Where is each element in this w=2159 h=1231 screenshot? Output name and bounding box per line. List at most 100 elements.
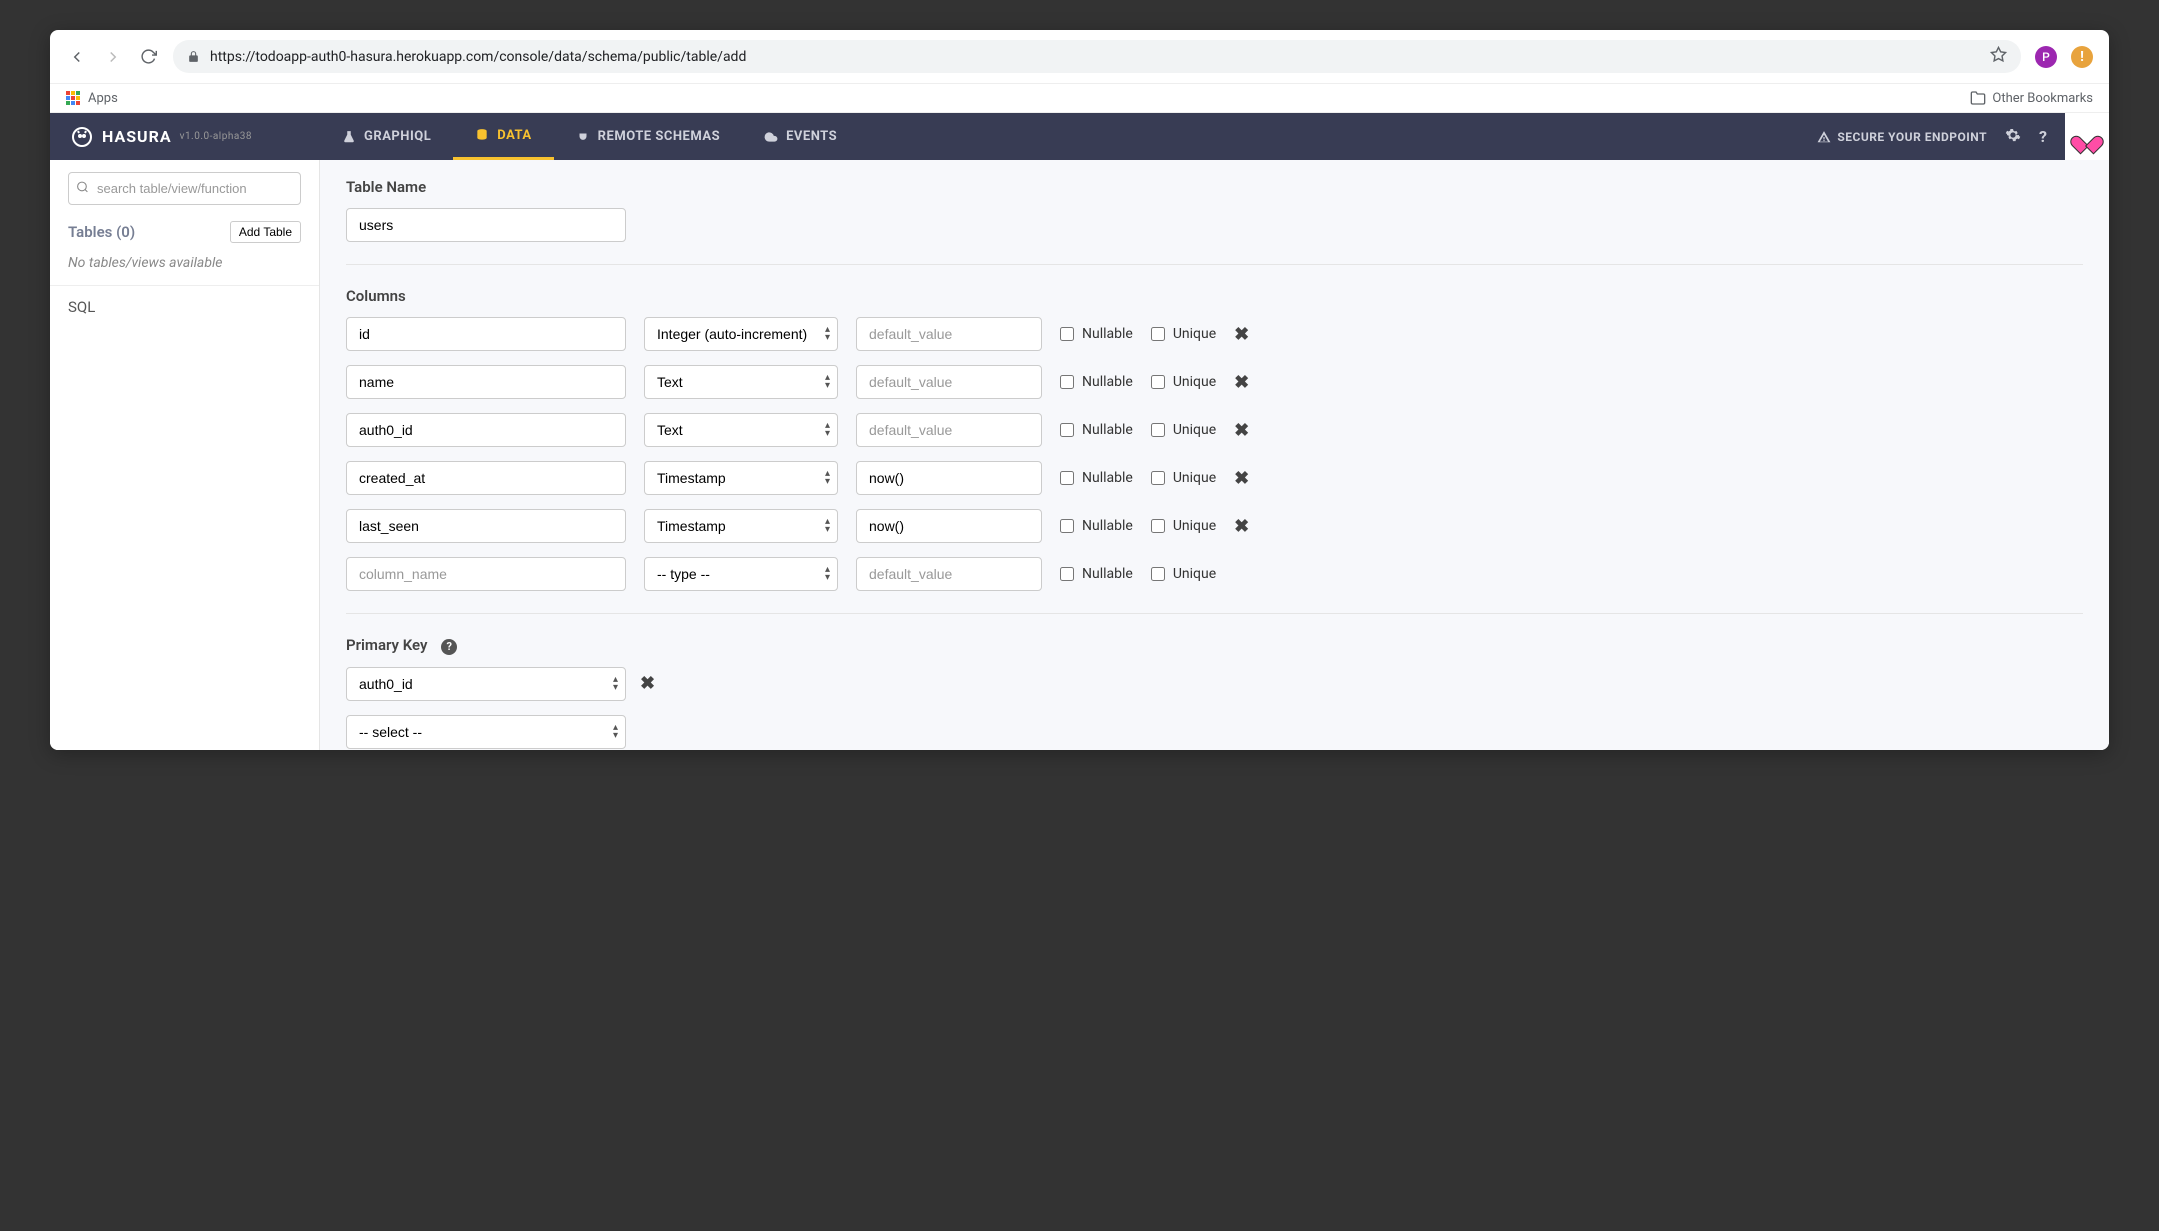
tab-events-label: EVENTS <box>786 129 837 144</box>
apps-label: Apps <box>88 91 118 106</box>
column-name-input[interactable] <box>346 317 626 351</box>
column-name-input[interactable] <box>346 461 626 495</box>
column-default-input[interactable] <box>856 413 1042 447</box>
column-type-select[interactable]: Timestamp <box>644 509 838 543</box>
gear-icon[interactable] <box>2005 127 2021 147</box>
tables-heading: Tables (0) <box>68 223 135 241</box>
flask-icon <box>342 130 356 144</box>
no-tables-message: No tables/views available <box>50 249 319 286</box>
column-row: Timestamp ▴▾ Nullable Unique ✖ <box>346 461 2083 495</box>
other-bookmarks-label: Other Bookmarks <box>1992 91 2093 106</box>
nullable-checkbox[interactable] <box>1060 471 1074 485</box>
column-row: Text ▴▾ Nullable Unique ✖ <box>346 365 2083 399</box>
main-content: Table Name Columns Integer (auto-increme… <box>320 160 2109 750</box>
column-type-select[interactable]: Text <box>644 413 838 447</box>
column-type-select[interactable]: Timestamp <box>644 461 838 495</box>
url-text: https://todoapp-auth0-hasura.herokuapp.c… <box>210 49 746 65</box>
remove-pk-button[interactable]: ✖ <box>640 673 655 694</box>
column-name-input[interactable] <box>346 413 626 447</box>
heart-icon <box>2077 128 2097 146</box>
sql-link[interactable]: SQL <box>50 286 319 328</box>
column-row: Integer (auto-increment) ▴▾ Nullable Uni… <box>346 317 2083 351</box>
forward-button[interactable] <box>102 46 124 68</box>
column-name-input[interactable] <box>346 365 626 399</box>
nullable-label: Nullable <box>1082 470 1133 486</box>
column-type-select[interactable]: Integer (auto-increment) <box>644 317 838 351</box>
apps-grid-icon <box>66 91 80 105</box>
remove-column-button[interactable]: ✖ <box>1234 516 1249 537</box>
tab-data-label: DATA <box>497 128 531 143</box>
nullable-label: Nullable <box>1082 518 1133 534</box>
column-type-select[interactable]: Text <box>644 365 838 399</box>
table-name-label: Table Name <box>346 178 2083 196</box>
hasura-logo[interactable]: HASURA v1.0.0-alpha38 <box>50 125 320 149</box>
version-text: v1.0.0-alpha38 <box>180 131 252 142</box>
primary-key-select-empty[interactable]: -- select -- <box>346 715 626 749</box>
tab-graphiql-label: GRAPHIQL <box>364 129 431 144</box>
tab-events[interactable]: EVENTS <box>742 113 859 160</box>
add-table-button[interactable]: Add Table <box>230 221 301 243</box>
column-row: Text ▴▾ Nullable Unique ✖ <box>346 413 2083 447</box>
tab-remote-schemas-label: REMOTE SCHEMAS <box>598 129 720 144</box>
unique-checkbox[interactable] <box>1151 567 1165 581</box>
sidebar: Tables (0) Add Table No tables/views ava… <box>50 160 320 750</box>
remove-column-button[interactable]: ✖ <box>1234 468 1249 489</box>
tab-data[interactable]: DATA <box>453 113 553 160</box>
reload-button[interactable] <box>138 46 159 67</box>
back-button[interactable] <box>66 46 88 68</box>
unique-checkbox[interactable] <box>1151 471 1165 485</box>
unique-checkbox[interactable] <box>1151 375 1165 389</box>
column-default-input[interactable] <box>856 557 1042 591</box>
remove-column-button[interactable]: ✖ <box>1234 324 1249 345</box>
apps-link[interactable]: Apps <box>66 91 118 106</box>
column-row: Timestamp ▴▾ Nullable Unique ✖ <box>346 509 2083 543</box>
nullable-checkbox[interactable] <box>1060 519 1074 533</box>
column-name-input[interactable] <box>346 557 626 591</box>
column-default-input[interactable] <box>856 317 1042 351</box>
column-default-input[interactable] <box>856 365 1042 399</box>
remove-column-button[interactable]: ✖ <box>1234 372 1249 393</box>
column-default-input[interactable] <box>856 461 1042 495</box>
remove-column-button[interactable]: ✖ <box>1234 420 1249 441</box>
help-icon[interactable]: ? <box>2039 127 2047 146</box>
other-bookmarks[interactable]: Other Bookmarks <box>1970 90 2093 106</box>
primary-key-select[interactable]: auth0_id <box>346 667 626 701</box>
heart-button[interactable] <box>2065 113 2109 160</box>
unique-label: Unique <box>1173 566 1216 582</box>
star-icon[interactable] <box>1990 46 2007 67</box>
tab-graphiql[interactable]: GRAPHIQL <box>320 113 453 160</box>
database-icon <box>475 128 489 142</box>
nullable-checkbox[interactable] <box>1060 375 1074 389</box>
unique-checkbox[interactable] <box>1151 423 1165 437</box>
nullable-checkbox[interactable] <box>1060 567 1074 581</box>
nullable-checkbox[interactable] <box>1060 423 1074 437</box>
column-name-input[interactable] <box>346 509 626 543</box>
plug-icon <box>576 130 590 144</box>
nullable-checkbox[interactable] <box>1060 327 1074 341</box>
unique-label: Unique <box>1173 326 1216 342</box>
tab-remote-schemas[interactable]: REMOTE SCHEMAS <box>554 113 742 160</box>
secure-endpoint-link[interactable]: SECURE YOUR ENDPOINT <box>1817 130 1987 144</box>
browser-toolbar: https://todoapp-auth0-hasura.herokuapp.c… <box>50 30 2109 84</box>
help-icon[interactable]: ? <box>441 639 457 655</box>
table-name-input[interactable] <box>346 208 626 242</box>
brand-text: HASURA <box>102 127 172 146</box>
column-default-input[interactable] <box>856 509 1042 543</box>
unique-label: Unique <box>1173 422 1216 438</box>
unique-checkbox[interactable] <box>1151 327 1165 341</box>
folder-icon <box>1970 90 1986 106</box>
unique-label: Unique <box>1173 374 1216 390</box>
unique-checkbox[interactable] <box>1151 519 1165 533</box>
unique-label: Unique <box>1173 518 1216 534</box>
profile-avatar[interactable]: P <box>2035 46 2057 68</box>
secure-endpoint-label: SECURE YOUR ENDPOINT <box>1837 130 1987 144</box>
column-type-select[interactable]: -- type -- <box>644 557 838 591</box>
nullable-label: Nullable <box>1082 326 1133 342</box>
nullable-label: Nullable <box>1082 374 1133 390</box>
top-nav: HASURA v1.0.0-alpha38 GRAPHIQL DATA REMO… <box>50 113 2109 160</box>
column-row-empty: -- type -- ▴▾ Nullable Unique <box>346 557 2083 591</box>
warning-badge[interactable]: ! <box>2071 46 2093 68</box>
url-bar[interactable]: https://todoapp-auth0-hasura.herokuapp.c… <box>173 40 2021 73</box>
bookmarks-bar: Apps Other Bookmarks <box>50 84 2109 113</box>
search-input[interactable] <box>68 172 301 205</box>
